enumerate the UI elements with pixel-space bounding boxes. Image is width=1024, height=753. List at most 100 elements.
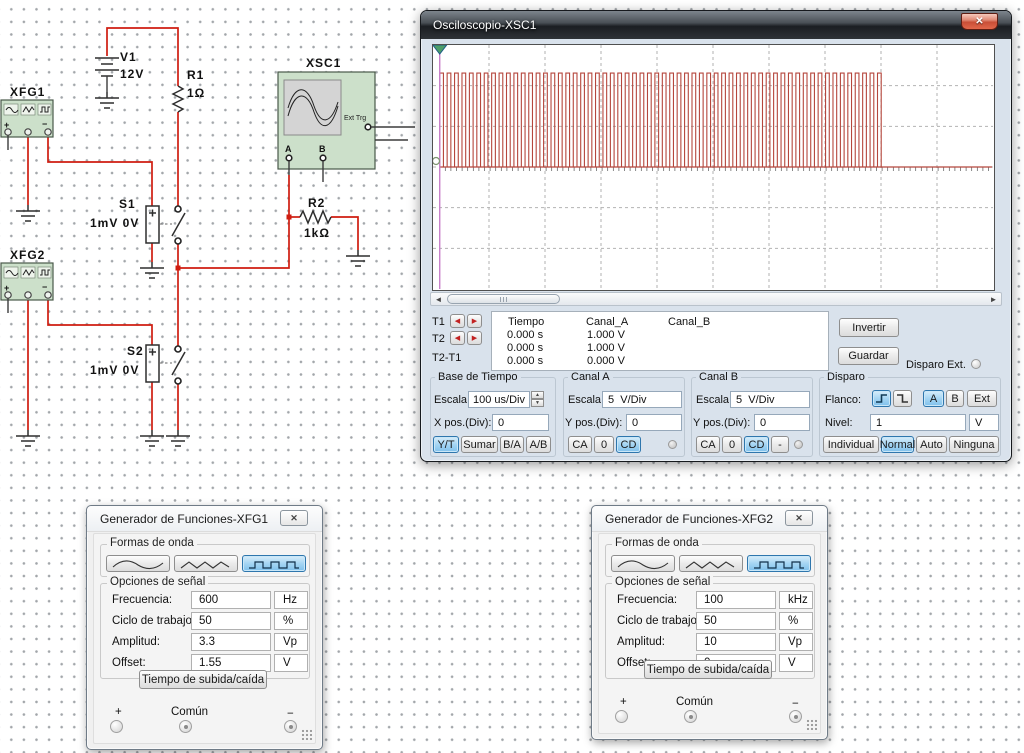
ciclo-input[interactable]: 50 [191, 612, 271, 630]
xfg1-component[interactable]: + − [1, 100, 53, 150]
normal-button[interactable]: Normal [881, 436, 914, 453]
escala-label: Escala: [434, 394, 470, 406]
xfg1-titlebar[interactable]: Generador de Funciones-XFG1 ✕ [87, 506, 322, 532]
window-title: Generador de Funciones-XFG2 [605, 512, 773, 526]
t1-right-button[interactable]: ▶ [467, 314, 482, 328]
minus-terminal-label: − [287, 708, 294, 720]
battery-v1[interactable]: V1 12V [95, 50, 144, 92]
frecuencia-input[interactable]: 600 [191, 591, 271, 609]
rising-edge-button[interactable] [872, 390, 891, 407]
s1-value-label: 1mV 0V [90, 216, 139, 230]
auto-button[interactable]: Auto [916, 436, 947, 453]
canal-b-scale-input[interactable]: 5 V/Div [730, 391, 810, 408]
trigger-ext-button[interactable]: Ext [967, 390, 997, 407]
trigger-a-button[interactable]: A [923, 390, 944, 407]
cursor-panel: T1 ◀ ▶ T2 ◀ ▶ T2-T1 [432, 313, 491, 369]
resize-grip[interactable] [301, 729, 312, 740]
canal-b-y-pos-input[interactable]: 0 [754, 414, 810, 431]
ba-mode-button[interactable]: B/A [500, 436, 524, 453]
plus-terminal[interactable] [110, 720, 123, 733]
amplitud-input[interactable]: 3.3 [191, 633, 271, 651]
close-button[interactable]: ✕ [961, 13, 998, 30]
switch-s1[interactable]: S1 1mV 0V [90, 197, 185, 244]
xfg1-ref-label: XFG1 [10, 85, 45, 99]
canal-a-y-pos-input[interactable]: 0 [626, 414, 682, 431]
measurement-table: Tiempo Canal_A Canal_B 0.000 s 1.000 V 0… [491, 311, 829, 371]
switch-s2[interactable]: S2 1mV 0V [90, 344, 185, 384]
scroll-right-icon[interactable]: ► [987, 293, 1000, 305]
ciclo-input[interactable]: 50 [696, 612, 776, 630]
oscilloscope-titlebar[interactable]: Osciloscopio-XSC1 ✕ [421, 11, 1011, 39]
minus-terminal[interactable] [284, 720, 297, 733]
t2-right-button[interactable]: ▶ [467, 331, 482, 345]
disparo-ext-radio[interactable] [971, 359, 981, 369]
square-icon [751, 558, 807, 570]
canal-a-ca-button[interactable]: CA [568, 436, 592, 453]
frecuencia-input[interactable]: 100 [696, 591, 776, 609]
square-wave-button[interactable] [747, 555, 811, 572]
scroll-left-icon[interactable]: ◄ [432, 293, 445, 305]
xfg2-titlebar[interactable]: Generador de Funciones-XFG2 ✕ [592, 506, 827, 532]
ninguna-button[interactable]: Ninguna [949, 436, 999, 453]
t1-left-button[interactable]: ◀ [450, 314, 465, 328]
s2-value-label: 1mV 0V [90, 363, 139, 377]
s1-ref-label: S1 [119, 197, 136, 211]
canal-b-ca-button[interactable]: CA [696, 436, 720, 453]
canal-b-minus-button[interactable]: - [771, 436, 789, 453]
resize-grip[interactable] [806, 719, 817, 730]
ab-mode-button[interactable]: A/B [526, 436, 551, 453]
triangle-wave-button[interactable] [174, 555, 238, 572]
square-wave-button[interactable] [242, 555, 306, 572]
canal-b-0-button[interactable]: 0 [722, 436, 742, 453]
opciones-de-senal-group: Opciones de señal Frecuencia: 600 Hz Cic… [100, 583, 310, 679]
scrollbar-thumb[interactable] [447, 294, 560, 304]
waveform-display[interactable] [433, 45, 993, 289]
canal-a-scale-input[interactable]: 5 V/Div [602, 391, 682, 408]
timebase-scale-input[interactable]: 100 us/Div [468, 391, 530, 408]
offset-unit: V [779, 654, 813, 672]
canal-b-cd-button[interactable]: CD [744, 436, 769, 453]
individual-button[interactable]: Individual [823, 436, 879, 453]
escala-label: Escala: [568, 394, 604, 406]
plus-terminal-label: + [115, 706, 122, 718]
close-button[interactable]: ✕ [280, 510, 308, 526]
canal-a-0-button[interactable]: 0 [594, 436, 614, 453]
resistor-r2[interactable]: R2 1kΩ [300, 196, 331, 240]
nivel-input[interactable]: 1 [870, 414, 966, 431]
guardar-button[interactable]: Guardar [838, 347, 899, 365]
comun-terminal-label: Común [171, 706, 208, 718]
close-button[interactable]: ✕ [785, 510, 813, 526]
yt-mode-button[interactable]: Y/T [433, 436, 459, 453]
rise-fall-time-button[interactable]: Tiempo de subida/caída [139, 670, 267, 689]
xfg2-ref-label: XFG2 [10, 248, 45, 262]
terminal-b-label: B [319, 144, 326, 154]
minus-terminal[interactable] [789, 710, 802, 723]
spin-up-icon[interactable]: ▲ [531, 391, 544, 399]
xsc1-component[interactable]: Ext Trg A B [278, 72, 415, 182]
triangle-wave-button[interactable] [679, 555, 743, 572]
trigger-b-button[interactable]: B [946, 390, 964, 407]
plus-terminal[interactable] [615, 710, 628, 723]
close-icon: ✕ [975, 16, 983, 27]
x-pos-input[interactable]: 0 [492, 414, 549, 431]
falling-edge-button[interactable] [893, 390, 912, 407]
spin-down-icon[interactable]: ▼ [531, 399, 544, 407]
sumar-mode-button[interactable]: Sumar [461, 436, 498, 453]
amplitud-input[interactable]: 10 [696, 633, 776, 651]
disparo-group: Disparo Flanco: A B Ext Nivel: 1 V Indiv… [819, 377, 1001, 457]
rise-fall-time-button[interactable]: Tiempo de subida/caída [644, 660, 772, 679]
sine-wave-button[interactable] [611, 555, 675, 572]
comun-terminal[interactable] [684, 710, 697, 723]
comun-terminal[interactable] [179, 720, 192, 733]
xfg2-component[interactable]: + − [1, 263, 53, 313]
close-icon: ✕ [795, 513, 803, 524]
nivel-label: Nivel: [825, 417, 853, 429]
r1-value-label: 1Ω [187, 86, 205, 100]
canal-a-cd-button[interactable]: CD [616, 436, 641, 453]
frecuencia-unit: kHz [779, 591, 813, 609]
x-pos-label: X pos.(Div): [434, 417, 491, 429]
invertir-button[interactable]: Invertir [839, 318, 899, 337]
scope-scrollbar[interactable]: ◄ ► [430, 292, 1002, 306]
t2-left-button[interactable]: ◀ [450, 331, 465, 345]
sine-wave-button[interactable] [106, 555, 170, 572]
